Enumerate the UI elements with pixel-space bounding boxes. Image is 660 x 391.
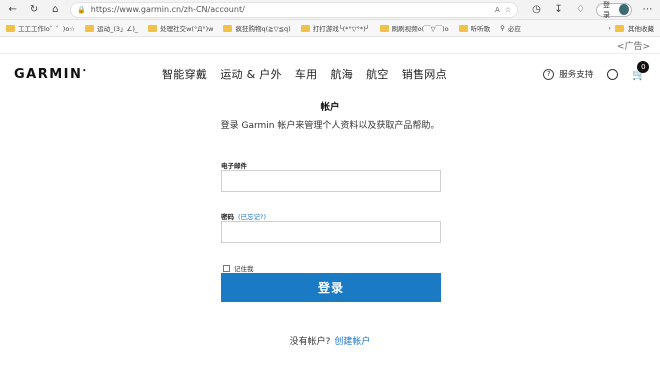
folder-icon (300, 24, 310, 32)
address-bar[interactable]: 🔒 https://www.garmin.cn/zh-CN/account/ A… (70, 1, 519, 18)
header-utilities: ? 服务支持 🛒 0 (543, 60, 650, 81)
refresh-icon[interactable]: ↻ (27, 3, 40, 17)
support-link[interactable]: ? 服务支持 (543, 68, 593, 80)
bookmark-label: 听听歌 (470, 25, 491, 33)
email-label-text: 电子邮件 (221, 162, 247, 170)
bookmark-label: 打打游戏╰(*°▽°*)╯ (312, 25, 370, 33)
logo-text: GARMIN (14, 66, 83, 82)
bookmark-label: 其他收藏 (628, 25, 654, 33)
bookmark-label: 必应 (507, 25, 521, 33)
ad-label: <广告> (616, 41, 650, 52)
folder-icon (6, 24, 15, 32)
cart-count-badge: 0 (637, 60, 650, 73)
browser-tools: ◷ ↧ ♢ 登录 ⋯ (530, 0, 654, 19)
bookmark-folder[interactable]: 工工工作lo゜゜)o☆ (6, 23, 75, 33)
bookmarks-bar: 工工工作lo゜゜)o☆ 运动_(3」∠)_ 处理社交w(°Д°)w 疯狂购物q(… (0, 20, 660, 37)
home-icon[interactable]: ⌂ (49, 3, 62, 17)
remember-me-checkbox[interactable] (223, 264, 230, 272)
trademark-mark: • (82, 67, 87, 75)
bookmark-label: 处理社交w(°Д°)w (160, 25, 214, 33)
site-header: GARMIN• 智能穿戴 运动 & 户外 车用 航海 航空 销售网点 ? 服务支… (0, 54, 660, 94)
profile-signin-button[interactable]: 登录 (595, 0, 632, 19)
page-subtitle: 登录 Garmin 帐户来管理个人资料以及获取产品帮助。 (220, 121, 440, 131)
nav-item-dealers[interactable]: 销售网点 (402, 66, 447, 82)
nav-item-wearables[interactable]: 智能穿戴 (162, 66, 207, 82)
help-icon: ? (543, 68, 555, 80)
lock-icon: 🔒 (77, 5, 86, 14)
bookmark-folder[interactable]: 听听歌 (458, 23, 491, 33)
password-field[interactable] (221, 221, 441, 243)
browser-toolbar: ← ↻ ⌂ 🔒 https://www.garmin.cn/zh-CN/acco… (0, 0, 660, 20)
bookmark-label: 疯狂购物q(≧▽≦q) (235, 25, 291, 33)
favorite-star-icon[interactable]: ☆ (505, 6, 511, 14)
page-title: 帐户 (320, 102, 340, 113)
back-icon[interactable]: ← (6, 3, 19, 17)
bookmark-folder[interactable]: 运动_(3」∠)_ (85, 23, 138, 33)
folder-icon (223, 24, 233, 32)
main-nav: 智能穿戴 运动 & 户外 车用 航海 航空 销售网点 (162, 66, 447, 82)
user-account-icon[interactable] (607, 68, 619, 80)
garmin-logo[interactable]: GARMIN• (14, 67, 162, 82)
forgot-password-link[interactable]: (已忘记?) (238, 213, 266, 221)
no-account-text: 没有帐户? (289, 337, 331, 347)
remember-me-label: 记住我 (234, 265, 254, 273)
remember-me[interactable]: 记住我 (223, 263, 254, 273)
nav-item-sports-outdoor[interactable]: 运动 & 户外 (220, 66, 282, 82)
chevron-right-icon[interactable]: › (608, 24, 611, 32)
read-aloud-icon[interactable]: A (495, 6, 500, 14)
bookmark-folder[interactable]: 刷刷视频o(￣▽￣)o (379, 23, 449, 33)
nav-item-automotive[interactable]: 车用 (295, 66, 318, 82)
bookmark-label: 工工工作lo゜゜)o☆ (18, 25, 76, 33)
bookmark-other-folder[interactable]: › 其他收藏 (608, 23, 654, 33)
folder-icon (379, 24, 389, 32)
download-icon[interactable]: ↧ (552, 3, 565, 17)
history-icon[interactable]: ◷ (530, 3, 543, 17)
nav-item-aviation[interactable]: 航空 (366, 66, 389, 82)
no-account-row: 没有帐户? 创建帐户 (0, 334, 660, 347)
url-text: https://www.garmin.cn/zh-CN/account/ (90, 5, 245, 14)
password-label: 密码 (已忘记?) (221, 211, 266, 221)
folder-icon (148, 24, 158, 32)
avatar (618, 4, 629, 15)
ad-banner: <广告> (0, 37, 660, 54)
bookmark-label: 运动_(3」∠)_ (97, 25, 139, 33)
bookmark-folder[interactable]: 打打游戏╰(*°▽°*)╯ (300, 23, 370, 33)
nav-item-marine[interactable]: 航海 (330, 66, 353, 82)
email-label: 电子邮件 (221, 160, 247, 170)
folder-icon (615, 24, 624, 32)
login-button[interactable]: 登录 (221, 273, 441, 302)
bell-icon[interactable]: ♢ (574, 3, 587, 17)
password-label-text: 密码 (221, 213, 234, 221)
bookmark-label: 刷刷视频o(￣▽￣)o (391, 25, 449, 33)
bookmark-bing[interactable]: ⚲ 必应 (500, 23, 521, 33)
bookmark-folder[interactable]: 处理社交w(°Д°)w (148, 23, 213, 33)
create-account-link[interactable]: 创建帐户 (334, 337, 370, 347)
folder-icon (85, 24, 95, 32)
bookmark-folder[interactable]: 疯狂购物q(≧▽≦q) (223, 23, 291, 33)
more-menu-icon[interactable]: ⋯ (641, 3, 654, 17)
cart-icon[interactable]: 🛒 0 (632, 60, 650, 81)
email-field[interactable] (221, 170, 441, 192)
support-label: 服务支持 (559, 70, 594, 80)
folder-icon (458, 24, 468, 32)
search-icon: ⚲ (500, 24, 505, 32)
signin-label: 登录 (602, 0, 610, 19)
